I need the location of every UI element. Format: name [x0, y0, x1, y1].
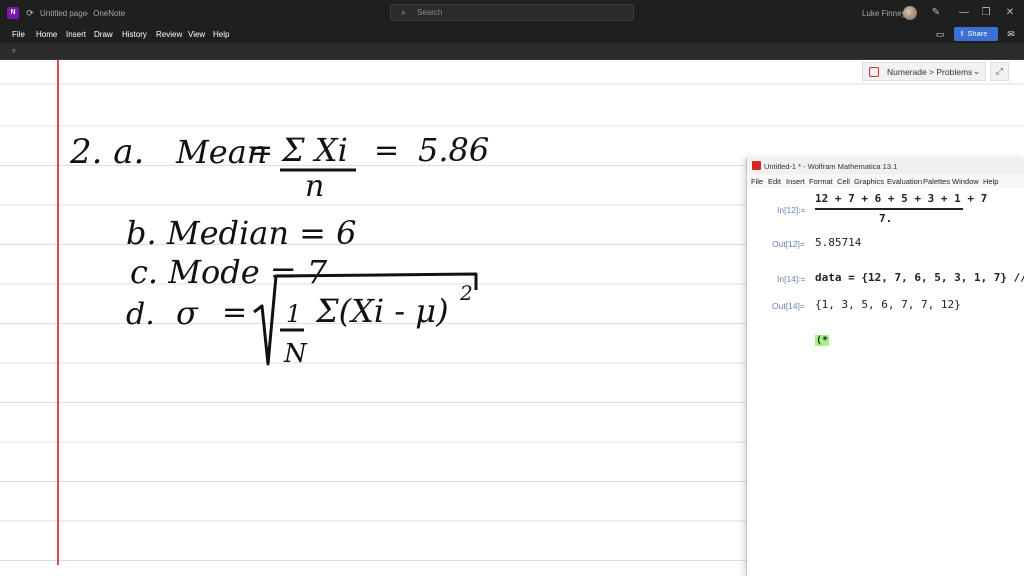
mma-menu-edit[interactable]: Edit [768, 177, 781, 186]
user-name[interactable]: Luke Finney [862, 9, 906, 18]
title-bar: N ⟳ Untitled page - OneNote ⌕ Search Luk… [0, 0, 1024, 26]
mma-menu-evaluation[interactable]: Evaluation [887, 177, 922, 186]
onenote-logo-icon: N [7, 7, 19, 19]
ribbon-tool-icon[interactable]: ▿ [12, 47, 16, 55]
ink-sigma-xi: Σ Xi [281, 131, 348, 169]
close-icon[interactable]: ✕ [1002, 6, 1018, 20]
share-button[interactable]: ⇪ Share [954, 27, 998, 41]
ink-equals-2: = [374, 133, 399, 168]
menu-view[interactable]: View [188, 30, 205, 39]
ink-mode-line: c. Mode = 7 [130, 253, 328, 291]
app-name: OneNote [93, 9, 126, 18]
output-value: 5.85714 [815, 236, 862, 249]
output-label: Out[12]= [772, 239, 805, 249]
menu-insert[interactable]: Insert [66, 30, 86, 39]
menu-help[interactable]: Help [213, 30, 229, 39]
ink-n: n [305, 169, 324, 204]
search-placeholder: Search [417, 8, 443, 17]
ink-mean-value: 5.86 [418, 131, 489, 169]
menu-review[interactable]: Review [156, 30, 182, 39]
share-icon: ⇪ [959, 29, 966, 38]
ink-N: N [283, 339, 308, 369]
restore-icon[interactable]: ❐ [978, 6, 994, 20]
menu-file[interactable]: File [12, 30, 25, 39]
input-label: In[12]:= [777, 205, 806, 215]
mma-menu-palettes[interactable]: Palettes [923, 177, 950, 186]
ink-sum-expression: Σ(Xi - μ) [315, 292, 449, 330]
mma-menu-help[interactable]: Help [983, 177, 998, 186]
ink-item-label-d: d. [126, 297, 155, 332]
chevron-down-icon[interactable]: ⌄ [973, 66, 980, 77]
ink-median-line: b. Median = 6 [126, 214, 356, 252]
input-denominator[interactable]: 7. [879, 212, 892, 225]
avatar[interactable] [903, 6, 917, 20]
pen-icon[interactable]: ✎ [928, 6, 944, 20]
ink-equals-1: = [248, 133, 273, 168]
mma-menu-file[interactable]: File [751, 177, 763, 186]
comment-input[interactable]: (* [815, 335, 830, 346]
wolfram-logo-icon [752, 161, 761, 170]
mma-menu-graphics[interactable]: Graphics [854, 177, 884, 186]
mma-menu-window[interactable]: Window [952, 177, 979, 186]
share-label: Share [967, 29, 988, 38]
mma-menu-cell[interactable]: Cell [837, 177, 850, 186]
sync-icon[interactable]: ⟳ [24, 7, 36, 19]
comments-icon[interactable]: ✉ [1005, 28, 1017, 40]
mma-menu-insert[interactable]: Insert [786, 177, 805, 186]
mathematica-menu-bar: File Edit Insert Format Cell Graphics Ev… [747, 174, 1024, 188]
ink-square: 2 [459, 281, 473, 305]
menu-bar: File Home Insert Draw History Review Vie… [0, 26, 1024, 43]
output-label: Out[14]= [772, 301, 805, 311]
search-input[interactable]: ⌕ Search [390, 4, 634, 21]
title-separator: - OneNote [86, 9, 126, 18]
search-icon: ⌕ [401, 7, 407, 17]
fraction-line [815, 208, 963, 210]
ink-item-label-a: 2. a. [69, 132, 144, 172]
menu-history[interactable]: History [122, 30, 147, 39]
numerade-breadcrumb[interactable]: Numerade > Problems ⌄ [862, 62, 986, 81]
ink-sigma-symbol: σ [176, 294, 199, 332]
expand-icon[interactable]: ⤢ [990, 62, 1009, 81]
ink-equals-3: = [222, 295, 247, 330]
output-value: {1, 3, 5, 6, 7, 7, 12} [815, 298, 961, 311]
input-label: In[14]:= [777, 274, 806, 284]
mathematica-window[interactable]: Untitled-1 * - Wolfram Mathematica 13.1 … [746, 158, 1024, 576]
menu-home[interactable]: Home [36, 30, 57, 39]
mathematica-window-title: Untitled-1 * - Wolfram Mathematica 13.1 [764, 162, 898, 171]
input-expression[interactable]: data = {12, 7, 6, 5, 3, 1, 7} // [815, 271, 1024, 284]
mathematica-title-bar: Untitled-1 * - Wolfram Mathematica 13.1 [747, 158, 1024, 174]
numerade-logo-icon [869, 67, 879, 77]
minimize-icon[interactable]: — [956, 6, 972, 20]
input-numerator[interactable]: 12 + 7 + 6 + 5 + 3 + 1 + 7 [815, 192, 987, 205]
mma-menu-format[interactable]: Format [809, 177, 833, 186]
menu-draw[interactable]: Draw [94, 30, 113, 39]
immersive-reader-icon[interactable]: ▭ [934, 28, 946, 40]
ink-one: 1 [286, 300, 301, 328]
ribbon: ▿ [0, 43, 1024, 60]
document-title: Untitled page [40, 9, 88, 18]
numerade-breadcrumb-label: Numerade > Problems [887, 67, 973, 77]
